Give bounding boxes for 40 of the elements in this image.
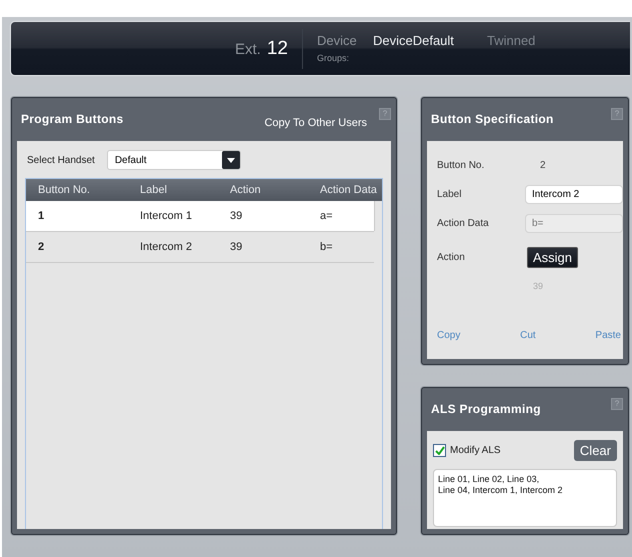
handset-dropdown[interactable]: Default: [106, 150, 241, 170]
field-label: Button No.: [437, 160, 486, 171]
panel-title: ALS Programming: [431, 402, 542, 416]
panel-title: Program Buttons: [21, 112, 125, 126]
table-row[interactable]: 1 Intercom 1 39 a=: [26, 201, 374, 232]
action-link[interactable]: Paste: [595, 330, 621, 341]
extension-label: Ext.: [235, 41, 261, 58]
handset-label: Select Handset: [27, 154, 95, 166]
column-header[interactable]: Action Data: [320, 184, 382, 196]
copy-to-users-link[interactable]: Copy To Other Users: [264, 117, 367, 129]
modify-als-checkbox[interactable]: [433, 444, 446, 456]
table-cell-text: 39: [230, 210, 244, 222]
column-header[interactable]: Button No.: [26, 184, 140, 196]
table-cell-text: Intercom 2: [140, 241, 193, 253]
field-label: Action Data: [437, 218, 490, 229]
action-value: 39: [533, 281, 544, 291]
table-cell-text: Intercom 1: [140, 210, 193, 222]
table-cell-text: 1: [37, 210, 46, 222]
device-value: DeviceDefault: [372, 33, 455, 48]
column-header[interactable]: Action: [230, 184, 320, 196]
column-header[interactable]: Label: [140, 184, 230, 196]
table-cell-text: b=: [320, 241, 334, 253]
groups-label: Groups:: [316, 53, 350, 63]
action-link[interactable]: Copy: [437, 330, 460, 341]
table-cell-text: 39: [230, 241, 244, 253]
button-number-value: 2: [540, 160, 546, 171]
field-label: Action: [437, 252, 466, 262]
twinned-label: Twinned: [486, 33, 536, 48]
table-cell-text: 2: [37, 241, 46, 253]
assign-button[interactable]: Assign: [527, 246, 578, 268]
field-label: Label: [437, 189, 462, 200]
clear-button[interactable]: Clear: [574, 440, 617, 460]
device-label: Device: [316, 33, 358, 48]
modify-als-label: Modify ALS: [450, 444, 501, 456]
als-text-area[interactable]: Line 01, Line 02, Line 03, Line 04, Intercom 1, Intercom 2: [433, 469, 617, 527]
extension-number: 12: [266, 38, 288, 60]
panel-title: Button Specification: [431, 112, 555, 126]
table-cell-text: a=: [320, 210, 334, 222]
label-field[interactable]: Intercom 2: [525, 185, 623, 204]
action-link[interactable]: Cut: [520, 330, 536, 341]
